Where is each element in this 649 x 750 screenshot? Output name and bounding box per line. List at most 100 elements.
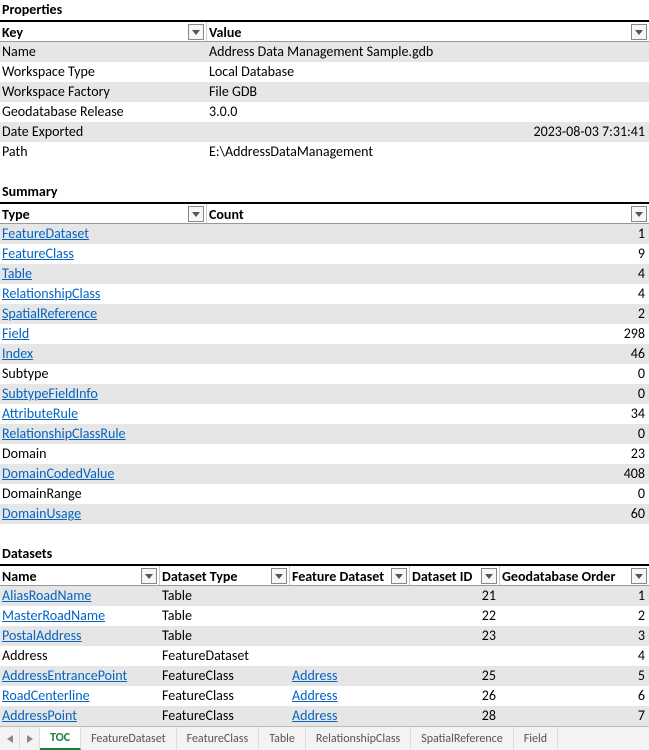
dataset-name[interactable]: PostalAddress <box>0 626 160 645</box>
property-value: File GDB <box>207 82 649 101</box>
datasets-header-feature-dataset: Feature Dataset <box>290 566 410 585</box>
dataset-feature-dataset[interactable]: Address <box>290 706 410 725</box>
summary-count: 4 <box>207 284 649 303</box>
properties-header-value: Value <box>207 22 649 41</box>
dataset-feature-dataset[interactable]: Address <box>290 686 410 705</box>
dataset-feature-dataset <box>290 646 410 665</box>
summary-type[interactable]: FeatureDataset <box>0 224 207 243</box>
datasets-header-type: Dataset Type <box>160 566 290 585</box>
filter-dropdown-icon[interactable] <box>481 568 497 584</box>
table-row: RelationshipClass4 <box>0 284 649 304</box>
property-key: Geodatabase Release <box>0 102 207 121</box>
datasets-table-body: AliasRoadNameTable211MasterRoadNameTable… <box>0 586 649 726</box>
summary-type[interactable]: Table <box>0 264 207 283</box>
dataset-feature-dataset <box>290 586 410 605</box>
dataset-type: FeatureClass <box>160 706 290 725</box>
header-label: Value <box>209 24 241 41</box>
table-row: DomainUsage60 <box>0 504 649 524</box>
dataset-name[interactable]: AddressEntrancePoint <box>0 666 160 685</box>
property-value: E:\AddressDataManagement <box>207 142 649 161</box>
summary-type[interactable]: Index <box>0 344 207 363</box>
summary-count: 9 <box>207 244 649 263</box>
summary-type[interactable]: AttributeRule <box>0 404 207 423</box>
filter-dropdown-icon[interactable] <box>631 24 647 40</box>
datasets-header-order: Geodatabase Order <box>500 566 649 585</box>
filter-dropdown-icon[interactable] <box>631 568 647 584</box>
datasets-header-row: Name Dataset Type Feature Dataset Datase… <box>0 564 649 586</box>
table-row: MasterRoadNameTable222 <box>0 606 649 626</box>
dataset-name[interactable]: MasterRoadName <box>0 606 160 625</box>
summary-header-type: Type <box>0 204 207 223</box>
table-row: Workspace FactoryFile GDB <box>0 82 649 102</box>
summary-count: 0 <box>207 384 649 403</box>
summary-type[interactable]: RelationshipClass <box>0 284 207 303</box>
worksheet: Properties Key Value NameAddress Data Ma… <box>0 0 649 726</box>
summary-type[interactable]: SubtypeFieldInfo <box>0 384 207 403</box>
table-row: Workspace TypeLocal Database <box>0 62 649 82</box>
summary-type: DomainRange <box>0 484 207 503</box>
summary-type[interactable]: SpatialReference <box>0 304 207 323</box>
table-row: NameAddress Data Management Sample.gdb <box>0 42 649 62</box>
dataset-feature-dataset[interactable]: Address <box>290 666 410 685</box>
header-label: Geodatabase Order <box>502 568 615 585</box>
summary-type[interactable]: FeatureClass <box>0 244 207 263</box>
properties-section-title: Properties <box>0 0 649 20</box>
table-row: FeatureDataset1 <box>0 224 649 244</box>
header-label: Dataset Type <box>162 568 237 585</box>
header-label: Count <box>209 206 244 223</box>
summary-header-row: Type Count <box>0 202 649 224</box>
filter-dropdown-icon[interactable] <box>391 568 407 584</box>
dataset-name[interactable]: AddressPoint <box>0 706 160 725</box>
header-label: Key <box>2 24 23 41</box>
filter-dropdown-icon[interactable] <box>271 568 287 584</box>
filter-dropdown-icon[interactable] <box>188 206 204 222</box>
summary-count: 23 <box>207 444 649 463</box>
header-label: Feature Dataset <box>292 568 384 585</box>
table-row: RelationshipClassRule0 <box>0 424 649 444</box>
summary-count: 34 <box>207 404 649 423</box>
summary-count: 0 <box>207 484 649 503</box>
summary-count: 0 <box>207 364 649 383</box>
properties-table-body: NameAddress Data Management Sample.gdbWo… <box>0 42 649 162</box>
header-label: Type <box>2 206 30 223</box>
dataset-id: 28 <box>410 706 500 725</box>
property-key: Path <box>0 142 207 161</box>
summary-type[interactable]: RelationshipClassRule <box>0 424 207 443</box>
table-row: SpatialReference2 <box>0 304 649 324</box>
filter-dropdown-icon[interactable] <box>631 206 647 222</box>
header-label: Dataset ID <box>412 568 472 585</box>
summary-type: Subtype <box>0 364 207 383</box>
dataset-id: 21 <box>410 586 500 605</box>
summary-type[interactable]: Field <box>0 324 207 343</box>
filter-dropdown-icon[interactable] <box>188 24 204 40</box>
table-row: Domain23 <box>0 444 649 464</box>
table-row: AttributeRule34 <box>0 404 649 424</box>
dataset-name[interactable]: RoadCenterline <box>0 686 160 705</box>
property-key: Workspace Type <box>0 62 207 81</box>
properties-header-key: Key <box>0 22 207 41</box>
dataset-type: FeatureClass <box>160 666 290 685</box>
dataset-id: 26 <box>410 686 500 705</box>
property-key: Workspace Factory <box>0 82 207 101</box>
dataset-feature-dataset <box>290 626 410 645</box>
summary-header-count: Count <box>207 204 649 223</box>
property-value: 3.0.0 <box>207 102 649 121</box>
property-key: Name <box>0 42 207 61</box>
dataset-feature-dataset <box>290 606 410 625</box>
dataset-type: FeatureClass <box>160 686 290 705</box>
summary-count: 408 <box>207 464 649 483</box>
summary-count: 46 <box>207 344 649 363</box>
summary-count: 1 <box>207 224 649 243</box>
table-row: AddressPointFeatureClassAddress287 <box>0 706 649 726</box>
summary-type[interactable]: DomainUsage <box>0 504 207 523</box>
dataset-name[interactable]: AliasRoadName <box>0 586 160 605</box>
summary-type[interactable]: DomainCodedValue <box>0 464 207 483</box>
dataset-type: FeatureDataset <box>160 646 290 665</box>
dataset-order: 5 <box>500 666 649 685</box>
dataset-name: Address <box>0 646 160 665</box>
table-row: Table4 <box>0 264 649 284</box>
filter-dropdown-icon[interactable] <box>141 568 157 584</box>
dataset-type: Table <box>160 586 290 605</box>
table-row: RoadCenterlineFeatureClassAddress266 <box>0 686 649 706</box>
property-key: Date Exported <box>0 122 207 141</box>
